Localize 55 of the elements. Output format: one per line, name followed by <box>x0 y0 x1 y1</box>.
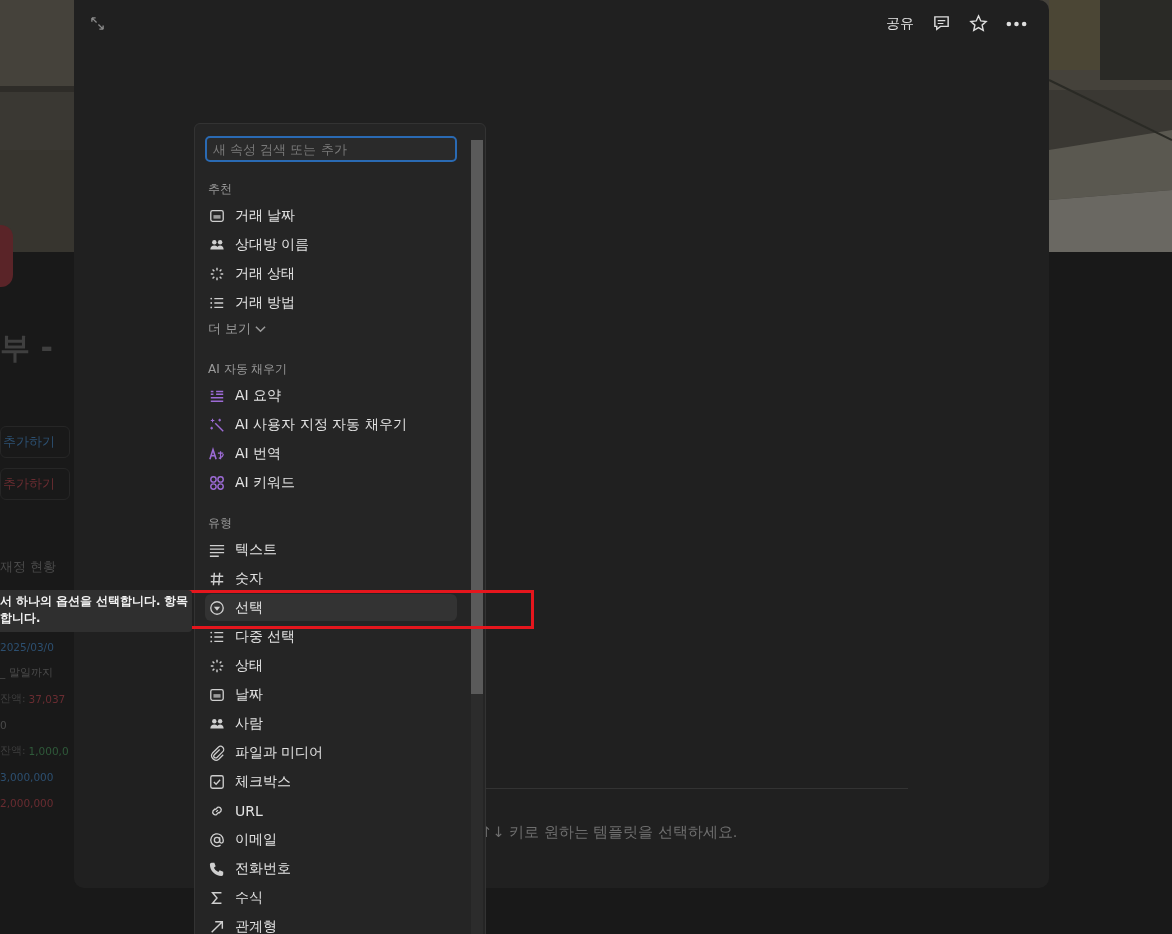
menu-item[interactable]: 파일과 미디어 <box>205 739 457 766</box>
section-heading: 유형 <box>207 514 233 532</box>
menu-item[interactable]: 상대방 이름 <box>205 231 457 258</box>
field-value: 3,000,000 <box>0 771 54 783</box>
arrow-up-right-icon <box>209 918 225 934</box>
menu-item[interactable]: 숫자 <box>205 565 457 592</box>
star-icon[interactable] <box>969 14 988 33</box>
menu-item[interactable]: 수식 <box>205 884 457 911</box>
at-sign-icon <box>209 831 225 848</box>
scrollbar-thumb[interactable] <box>471 140 483 694</box>
section-heading: AI 자동 채우기 <box>207 360 289 378</box>
chevron-down-icon <box>255 325 266 333</box>
menu-item[interactable]: 전화번호 <box>205 855 457 882</box>
menu-item[interactable]: 거래 상태 <box>205 260 457 287</box>
field-value: 2025/03/0 <box>0 641 54 653</box>
menu-item[interactable]: AI 번역 <box>205 440 457 467</box>
status-icon <box>209 657 225 674</box>
expand-icon[interactable] <box>90 16 105 31</box>
field-value: 37,037 <box>28 693 66 705</box>
magic-wand-icon <box>209 416 225 433</box>
section-heading: 추천 <box>207 180 233 198</box>
show-more-button[interactable]: 더 보기 <box>205 316 269 342</box>
menu-item[interactable]: 다중 선택 <box>205 623 457 650</box>
menu-item[interactable]: 사람 <box>205 710 457 737</box>
field-value: 1,000,0 <box>28 745 69 757</box>
more-icon[interactable] <box>1006 20 1027 27</box>
calendar-icon <box>209 686 225 703</box>
menu-item[interactable]: 상태 <box>205 652 457 679</box>
menu-item[interactable]: 텍스트 <box>205 536 457 563</box>
phone-icon <box>209 860 225 877</box>
translate-icon <box>209 445 225 462</box>
menu-item[interactable]: AI 요약 <box>205 382 457 409</box>
search-field[interactable]: 새 속성 검색 또는 추가 <box>205 136 457 162</box>
checkbox-icon <box>209 773 225 790</box>
circles-icon <box>209 474 225 491</box>
menu-item[interactable]: 선택 <box>205 594 457 621</box>
page-icon <box>0 225 13 287</box>
menu-item[interactable]: AI 사용자 지정 자동 채우기 <box>205 411 457 438</box>
share-button[interactable]: 공유 <box>886 14 914 33</box>
tooltip: 서 하나의 옵션을 선택합니다. 항목 합니다. <box>0 590 192 632</box>
menu-item[interactable]: AI 키워드 <box>205 469 457 496</box>
hash-icon <box>209 570 225 587</box>
field-value: 2,000,000 <box>0 797 54 809</box>
dropdown-circle-icon <box>209 599 225 616</box>
menu-item[interactable]: 거래 날짜 <box>205 202 457 229</box>
menu-item[interactable]: 거래 방법 <box>205 289 457 316</box>
comment-icon[interactable] <box>932 14 951 33</box>
status-icon <box>209 265 225 282</box>
menu-item[interactable]: 날짜 <box>205 681 457 708</box>
menu-item[interactable]: 이메일 <box>205 826 457 853</box>
menu-item[interactable]: URL <box>205 797 457 824</box>
menu-item[interactable]: 체크박스 <box>205 768 457 795</box>
paperclip-icon <box>209 744 225 761</box>
calendar-icon <box>209 207 225 224</box>
menu-item[interactable]: 관계형 <box>205 913 457 934</box>
